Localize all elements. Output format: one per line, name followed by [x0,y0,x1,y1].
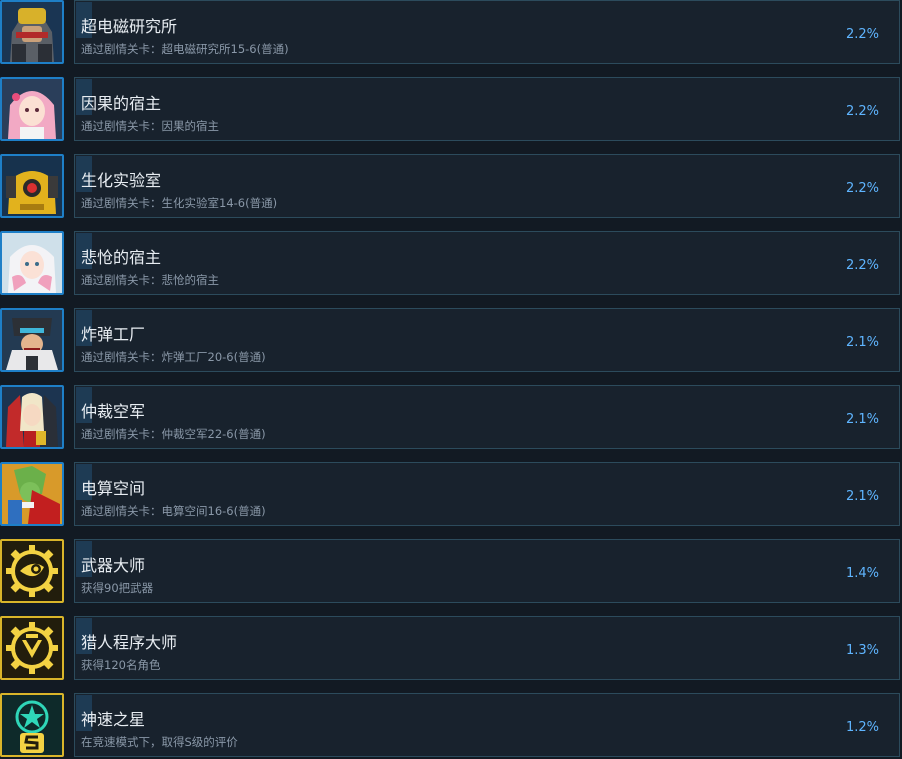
bomber-robot-portrait-icon [0,308,64,372]
achievement-row[interactable]: 猎人程序大师 获得120名角色 1.3% [0,616,902,682]
achievement-description: 通过剧情关卡：电算空间16-6(普通) [81,504,266,518]
achievement-description: 通过剧情关卡：仲裁空军22-6(普通) [81,427,266,441]
unlock-percentage: 1.3% [845,643,879,658]
achievement-card: 猎人程序大师 获得120名角色 1.3% [74,616,900,680]
achievement-title: 炸弹工厂 [81,325,146,344]
gold-gear-weapon-icon [0,539,64,603]
achievement-card: 生化实验室 通过剧情关卡：生化实验室14-6(普通) 2.2% [74,154,900,218]
achievement-title: 猎人程序大师 [81,633,178,652]
achievement-card: 电算空间 通过剧情关卡：电算空间16-6(普通) 2.1% [74,462,900,526]
achievement-list: 超电磁研究所 通过剧情关卡：超电磁研究所15-6(普通) 2.2% 因果的宿主 … [0,0,902,757]
achievement-card: 炸弹工厂 通过剧情关卡：炸弹工厂20-6(普通) 2.1% [74,308,900,372]
achievement-card: 神速之星 在竞速模式下，取得S级的评价 1.2% [74,693,900,757]
achievement-title: 因果的宿主 [81,94,162,113]
achievement-card: 因果的宿主 通过剧情关卡：因果的宿主 2.2% [74,77,900,141]
unlock-percentage: 2.1% [845,335,879,350]
unlock-percentage: 2.2% [845,104,879,119]
achievement-card: 仲裁空军 通过剧情关卡：仲裁空军22-6(普通) 2.1% [74,385,900,449]
achievement-title: 仲裁空军 [81,402,146,421]
unlock-percentage: 1.4% [845,566,879,581]
pink-hair-girl-portrait-icon [0,77,64,141]
achievement-description: 通过剧情关卡：超电磁研究所15-6(普通) [81,42,289,56]
achievement-row[interactable]: 神速之星 在竞速模式下，取得S级的评价 1.2% [0,693,902,759]
yellow-robot-portrait-icon [0,154,64,218]
achievement-row[interactable]: 电算空间 通过剧情关卡：电算空间16-6(普通) 2.1% [0,462,902,528]
achievement-description: 通过剧情关卡：炸弹工厂20-6(普通) [81,350,266,364]
s-rank-star-icon [0,693,64,757]
achievement-description: 获得90把武器 [81,581,154,595]
achievement-row[interactable]: 因果的宿主 通过剧情关卡：因果的宿主 2.2% [0,77,902,143]
unlock-percentage: 1.2% [845,720,879,735]
achievement-card: 武器大师 获得90把武器 1.4% [74,539,900,603]
unlock-percentage: 2.2% [845,27,879,42]
achievement-title: 悲怆的宿主 [81,248,162,267]
achievement-row[interactable]: 仲裁空军 通过剧情关卡：仲裁空军22-6(普通) 2.1% [0,385,902,451]
achievement-description: 通过剧情关卡：悲怆的宿主 [81,273,219,287]
achievement-description: 获得120名角色 [81,658,161,672]
gold-gear-hunter-icon [0,616,64,680]
achievement-title: 电算空间 [81,479,146,498]
achievement-description: 通过剧情关卡：生化实验室14-6(普通) [81,196,278,210]
red-air-force-portrait-icon [0,385,64,449]
unlock-percentage: 2.1% [845,489,879,504]
achievement-card: 悲怆的宿主 通过剧情关卡：悲怆的宿主 2.2% [74,231,900,295]
achievement-card: 超电磁研究所 通过剧情关卡：超电磁研究所15-6(普通) 2.2% [74,0,900,64]
achievement-title: 超电磁研究所 [81,17,178,36]
green-mage-portrait-icon [0,462,64,526]
unlock-percentage: 2.2% [845,181,879,196]
achievement-row[interactable]: 炸弹工厂 通过剧情关卡：炸弹工厂20-6(普通) 2.1% [0,308,902,374]
achievement-row[interactable]: 悲怆的宿主 通过剧情关卡：悲怆的宿主 2.2% [0,231,902,297]
unlock-percentage: 2.1% [845,412,879,427]
achievement-title: 武器大师 [81,556,146,575]
achievement-title: 生化实验室 [81,171,162,190]
achievement-row[interactable]: 生化实验室 通过剧情关卡：生化实验室14-6(普通) 2.2% [0,154,902,220]
achievement-description: 通过剧情关卡：因果的宿主 [81,119,219,133]
white-hair-girl-portrait-icon [0,231,64,295]
achievement-title: 神速之星 [81,710,146,729]
unlock-percentage: 2.2% [845,258,879,273]
achievement-row[interactable]: 超电磁研究所 通过剧情关卡：超电磁研究所15-6(普通) 2.2% [0,0,902,66]
robot-boss-portrait-icon [0,0,64,64]
achievement-row[interactable]: 武器大师 获得90把武器 1.4% [0,539,902,605]
achievement-description: 在竞速模式下，取得S级的评价 [81,735,238,749]
